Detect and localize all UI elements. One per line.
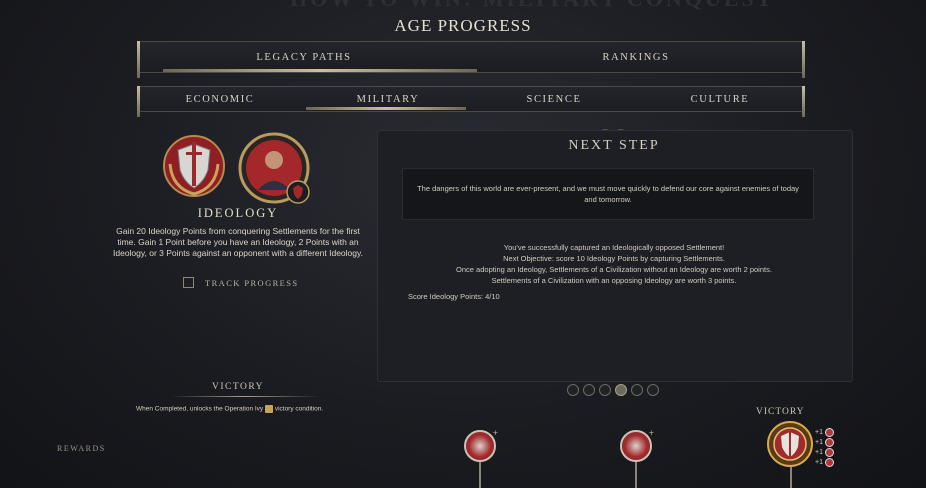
next-step-quote: The dangers of this world are ever-prese…	[402, 168, 814, 220]
bonus-value: +1	[815, 459, 823, 466]
victory-reward-label: VICTORY	[756, 407, 805, 417]
bonus-icon	[824, 448, 834, 457]
pager-dot[interactable]	[567, 384, 579, 396]
track-progress-checkbox[interactable]	[183, 277, 194, 288]
progress-line: Next Objective: score 10 Ideology Points…	[503, 254, 725, 263]
shield-sword-laurel-icon	[158, 130, 230, 202]
reward-track-line	[790, 466, 792, 488]
tab-rankings[interactable]: RANKINGS	[469, 42, 803, 72]
tab-science[interactable]: SCIENCE	[471, 87, 637, 111]
step-pager	[567, 384, 659, 396]
pager-dot[interactable]	[583, 384, 595, 396]
tab-label: RANKINGS	[602, 51, 670, 63]
milestone-name: IDEOLOGY	[197, 206, 279, 220]
bonus-item: +1	[815, 448, 834, 457]
victory-text-end: victory condition.	[274, 405, 324, 413]
bonus-icon	[824, 458, 834, 467]
victory-medal-icon[interactable]	[766, 420, 814, 468]
plus-icon: +	[648, 428, 654, 438]
victory-text: When Completed, unlocks the Operation Iv…	[136, 405, 264, 413]
active-category-indicator	[306, 107, 466, 110]
background-banner-text: HOW TO WIN: MILITARY CONQUEST	[290, 0, 774, 12]
bonus-item: +1	[815, 428, 834, 437]
victory-description: When Completed, unlocks the Operation Iv…	[136, 405, 323, 413]
victory-bonus-list: +1 +1 +1 +1	[815, 428, 834, 467]
next-step-title: NEXT STEP	[568, 138, 660, 153]
category-tab-bar: ECONOMIC MILITARY SCIENCE CULTURE	[137, 86, 805, 117]
score-progress: Score Ideology Points: 4/10	[408, 292, 500, 301]
bonus-value: +1	[815, 449, 823, 456]
reward-node-icon[interactable]: +	[618, 428, 654, 464]
tab-legacy-paths[interactable]: LEGACY PATHS	[139, 42, 469, 72]
tab-culture[interactable]: CULTURE	[637, 87, 803, 111]
progress-line: Once adopting an Ideology, Settlements o…	[456, 265, 772, 274]
pager-dot[interactable]	[631, 384, 643, 396]
active-tab-indicator	[163, 69, 477, 72]
page-title: AGE PROGRESS	[394, 16, 532, 35]
operation-icon	[265, 405, 273, 413]
pager-dot-active[interactable]	[615, 384, 627, 396]
tab-label: MILITARY	[356, 93, 420, 105]
track-progress-label: TRACK PROGRESS	[205, 278, 299, 288]
bonus-icon	[824, 438, 834, 447]
tab-economic[interactable]: ECONOMIC	[139, 87, 301, 111]
rewards-label: REWARDS	[57, 444, 106, 453]
victory-divider	[170, 396, 320, 397]
reward-node-icon[interactable]: +	[462, 428, 498, 464]
leader-portrait-icon	[238, 132, 312, 206]
bonus-item: +1	[815, 458, 834, 467]
plus-icon: +	[492, 428, 498, 438]
tab-label: SCIENCE	[526, 93, 582, 105]
victory-label: VICTORY	[212, 382, 265, 392]
bonus-icon	[824, 428, 834, 437]
quote-text: The dangers of this world are ever-prese…	[417, 184, 799, 204]
pager-dot[interactable]	[599, 384, 611, 396]
milestone-description: Gain 20 Ideology Points from conquering …	[113, 226, 363, 258]
progress-line: You've successfully captured an Ideologi…	[503, 243, 725, 252]
tab-label: CULTURE	[690, 93, 750, 105]
bonus-item: +1	[815, 438, 834, 447]
bonus-value: +1	[815, 439, 823, 446]
bonus-value: +1	[815, 429, 823, 436]
progress-text: You've successfully captured an Ideologi…	[377, 242, 851, 286]
progress-line: Settlements of a Civilization with an op…	[491, 276, 737, 285]
tab-label: LEGACY PATHS	[256, 51, 352, 63]
tab-label: ECONOMIC	[185, 93, 255, 105]
pager-dot[interactable]	[647, 384, 659, 396]
